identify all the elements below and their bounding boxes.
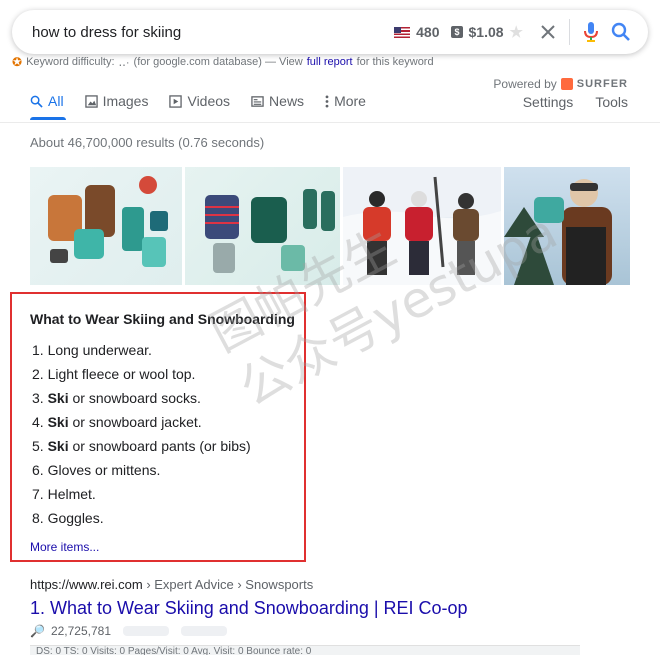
- star-icon[interactable]: ★: [510, 23, 523, 41]
- surfer-brand: SURFER: [576, 78, 628, 90]
- result-breadcrumbs: › Expert Advice › Snowsports: [142, 577, 314, 592]
- result-metrics: 🔎 22,725,781: [30, 624, 228, 638]
- result-title-link[interactable]: 1. What to Wear Skiing and Snowboarding …: [30, 598, 468, 619]
- snippet-list: 1. Long underwear. 2. Light fleece or wo…: [32, 340, 251, 532]
- list-item: 6. Gloves or mittens.: [32, 462, 161, 478]
- list-item: 8. Goggles.: [32, 510, 104, 526]
- surfer-logo-icon: [560, 78, 573, 90]
- header-divider: [0, 122, 660, 123]
- tools-area: Powered by SURFER Settings Tools: [493, 77, 628, 110]
- result-cite: https://www.rei.com › Expert Advice › Sn…: [30, 577, 313, 592]
- ski-gear-flatlay-image: [48, 176, 168, 267]
- full-report-link[interactable]: full report: [307, 56, 353, 68]
- powered-by: Powered by SURFER: [493, 77, 628, 91]
- kd-suffix: for this keyword: [356, 56, 434, 68]
- active-tab-indicator: [30, 117, 66, 120]
- search-volume: 480: [416, 24, 440, 40]
- search-bar: 480 $ $1.08 ★: [12, 10, 648, 54]
- searchbar-divider: [569, 19, 570, 45]
- tab-label: More: [334, 93, 366, 109]
- kd-prefix: Keyword difficulty:: [26, 56, 115, 68]
- tab-label: News: [269, 93, 305, 109]
- more-items-link[interactable]: More items...: [30, 540, 99, 554]
- snippet-title: What to Wear Skiing and Snowboarding: [30, 311, 295, 327]
- microphone-icon[interactable]: [576, 17, 606, 47]
- image-result-2[interactable]: [185, 167, 340, 285]
- surfer-small-icon: ✪: [12, 55, 23, 69]
- dollar-icon: $: [451, 26, 463, 38]
- list-item: 1. Long underwear.: [32, 342, 152, 358]
- search-tabs: All Images Videos News More: [30, 93, 387, 109]
- search-icon[interactable]: [606, 17, 636, 47]
- list-item: 7. Helmet.: [32, 486, 96, 502]
- us-flag-icon: [394, 26, 411, 38]
- tab-label: Videos: [187, 93, 231, 109]
- tools-button[interactable]: Tools: [595, 94, 628, 110]
- result-url: https://www.rei.com: [30, 577, 143, 592]
- cpc-value: $1.08: [468, 24, 504, 40]
- list-item: 4. Ski or snowboard jacket.: [32, 414, 202, 430]
- image-icon: [84, 94, 98, 108]
- kd-middle: (for google.com database) — View: [133, 56, 303, 68]
- list-item: 2. Light fleece or wool top.: [32, 366, 196, 382]
- metric-placeholder: [181, 626, 228, 636]
- image-result-1[interactable]: [30, 167, 182, 285]
- result-metric-value: 22,725,781: [50, 624, 112, 638]
- news-icon: [251, 95, 264, 107]
- more-icon: [325, 94, 329, 108]
- list-item: 5. Ski or snowboard pants (or bibs): [32, 438, 251, 454]
- base-layers-image: [205, 189, 335, 273]
- tab-images[interactable]: Images: [84, 93, 149, 109]
- search-input[interactable]: [32, 23, 395, 41]
- search-icon: [30, 95, 43, 108]
- keyword-stats: 480 $ $1.08 ★: [394, 23, 523, 41]
- skiers-walking-image: [343, 167, 501, 285]
- tab-videos[interactable]: Videos: [169, 93, 230, 109]
- seo-metrics-bar: DS: 0 TS: 0 Visits: 0 Pages/Visit: 0 Avg…: [30, 645, 580, 655]
- kd-value: ‥·: [118, 56, 130, 69]
- metric-placeholder: [123, 626, 170, 636]
- skier-portrait-image: [504, 179, 612, 285]
- tab-news[interactable]: News: [251, 93, 304, 109]
- keyword-difficulty-line: ✪ Keyword difficulty: ‥· (for google.com…: [12, 55, 434, 69]
- tab-more[interactable]: More: [325, 93, 366, 109]
- clear-icon[interactable]: [533, 17, 563, 47]
- result-stats: About 46,700,000 results (0.76 seconds): [30, 135, 265, 150]
- image-strip: [30, 167, 630, 285]
- video-icon: [169, 94, 183, 108]
- tab-label: Images: [102, 93, 149, 109]
- key-icon: 🔎: [30, 624, 45, 638]
- settings-button[interactable]: Settings: [523, 94, 574, 110]
- tab-all[interactable]: All: [30, 93, 64, 109]
- powered-by-label: Powered by: [493, 77, 557, 91]
- list-item: 3. Ski or snowboard socks.: [32, 390, 201, 406]
- tab-label: All: [48, 93, 64, 109]
- image-result-4[interactable]: [504, 167, 630, 285]
- image-result-3[interactable]: [343, 167, 501, 285]
